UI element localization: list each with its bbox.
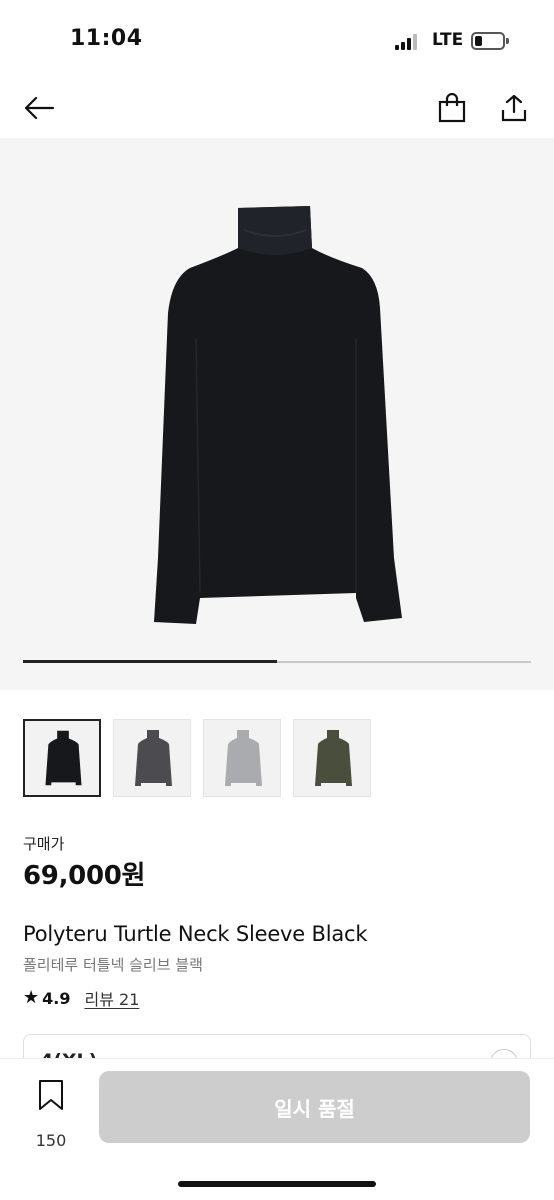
gallery-progress: [23, 660, 531, 663]
product-name-en: Polyteru Turtle Neck Sleeve Black: [23, 922, 368, 946]
thumbnail-black[interactable]: [23, 719, 101, 797]
gallery-progress-fill: [23, 660, 277, 663]
rating-row: ★ 4.9 리뷰 21: [23, 986, 139, 1010]
battery-cap: [506, 38, 509, 44]
home-indicator: [178, 1181, 376, 1187]
bottom-action-bar: 150 일시 품절: [0, 1058, 554, 1200]
shopping-bag-icon[interactable]: [432, 88, 472, 128]
star-icon: ★: [23, 987, 40, 1008]
network-label: LTE: [432, 30, 464, 50]
battery-icon: [471, 32, 505, 50]
product-image: [154, 206, 402, 624]
bookmark-icon: [39, 1080, 63, 1110]
back-arrow-icon[interactable]: [19, 88, 59, 128]
sold-out-button[interactable]: 일시 품절: [99, 1071, 530, 1143]
status-bar: 11:04 LTE: [0, 0, 554, 80]
price: 69,000원: [23, 861, 146, 891]
share-icon[interactable]: [494, 88, 534, 128]
product-image-gallery[interactable]: [0, 138, 554, 690]
wishlist-button[interactable]: 150: [22, 1079, 80, 1150]
nav-bar: [0, 80, 554, 136]
signal-icon: [395, 34, 421, 50]
rating-value: 4.9: [42, 988, 71, 1008]
thumbnail-charcoal[interactable]: [113, 719, 191, 797]
review-link[interactable]: 리뷰 21: [84, 986, 139, 1010]
wish-count: 150: [35, 1131, 67, 1150]
price-label: 구매가: [23, 835, 65, 853]
thumbnail-khaki[interactable]: [293, 719, 371, 797]
product-name-ko: 폴리테루 터틀넥 슬리브 블랙: [23, 956, 203, 974]
status-time: 11:04: [70, 26, 143, 51]
thumbnail-grey[interactable]: [203, 719, 281, 797]
